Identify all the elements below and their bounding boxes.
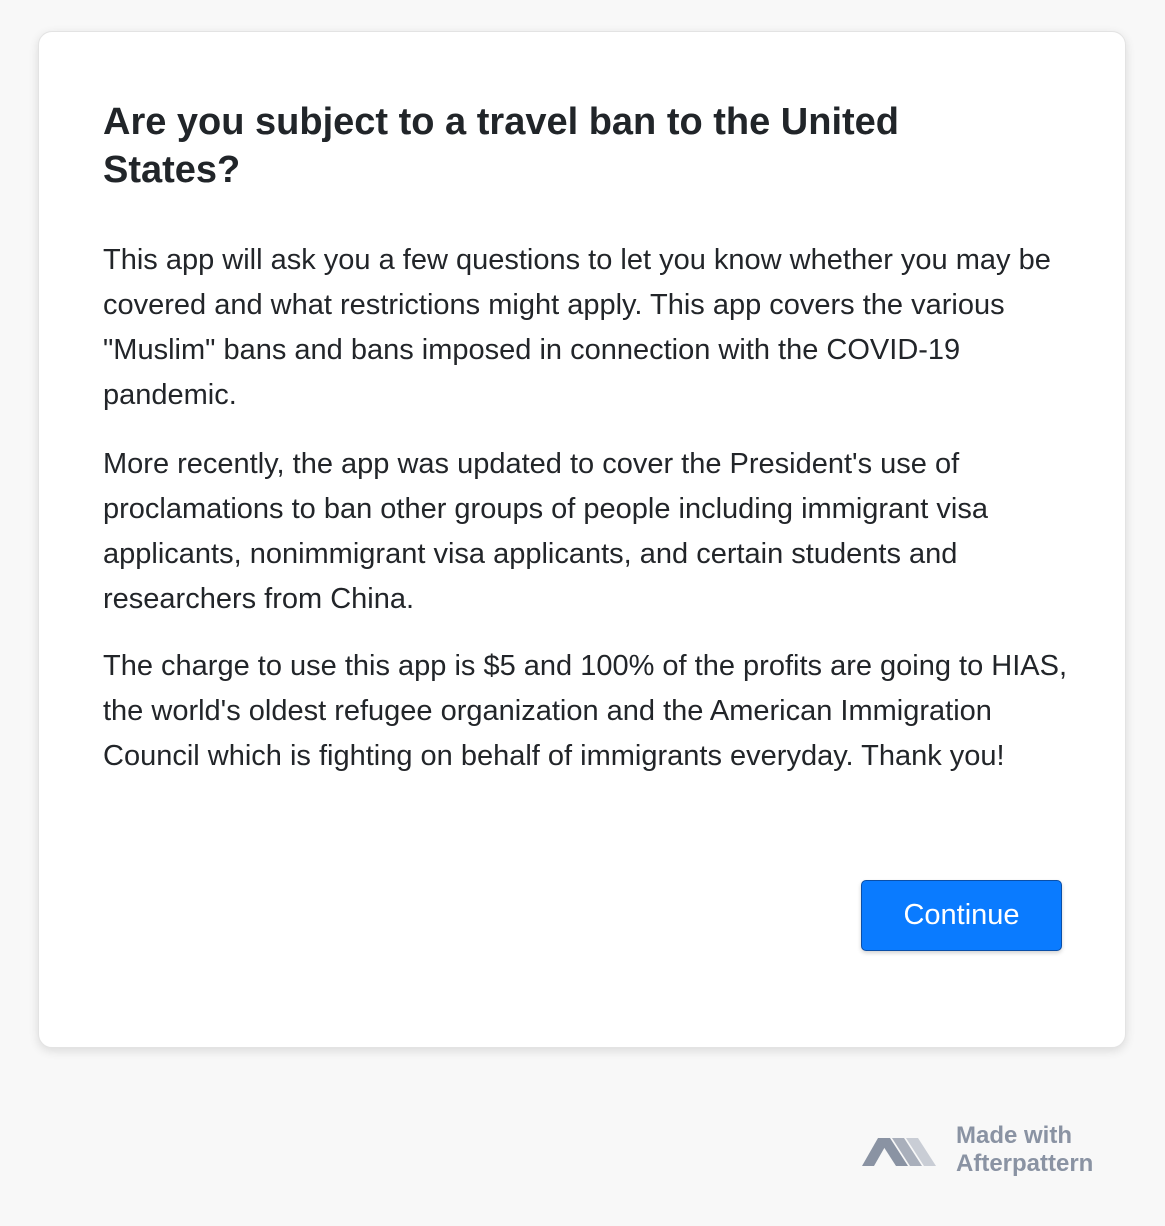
afterpattern-logo-icon	[862, 1128, 942, 1173]
intro-card: Are you subject to a travel ban to the U…	[38, 31, 1126, 1048]
intro-paragraph-3: The charge to use this app is $5 and 100…	[103, 650, 1068, 772]
made-with-label: Made with	[956, 1122, 1073, 1149]
intro-paragraph-1: This app will ask you a few questions to…	[103, 244, 1051, 411]
made-with-text: Made with Afterpattern	[956, 1122, 1093, 1178]
made-with-afterpattern-badge[interactable]: Made with Afterpattern	[862, 1122, 1093, 1178]
brand-name: Afterpattern	[956, 1150, 1094, 1177]
page-title: Are you subject to a travel ban to the U…	[103, 101, 900, 191]
continue-button[interactable]: Continue	[861, 880, 1062, 951]
intro-paragraph-2: More recently, the app was updated to co…	[103, 448, 988, 615]
